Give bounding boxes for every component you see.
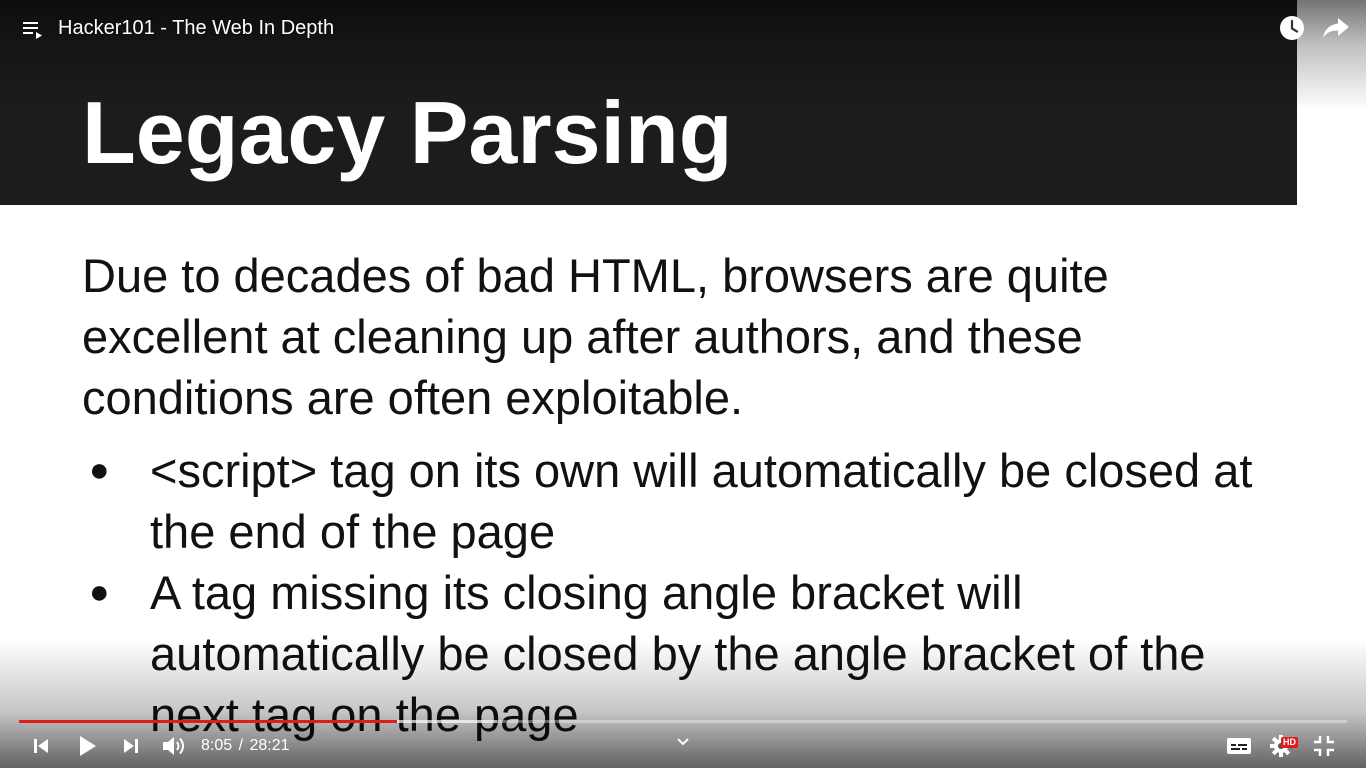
time-separator: /: [238, 737, 244, 754]
skip-next-icon[interactable]: [120, 735, 142, 757]
progress-played: [19, 720, 398, 723]
play-icon[interactable]: [74, 733, 100, 759]
playlist-icon[interactable]: [22, 18, 44, 40]
duration: 28:21: [249, 737, 290, 754]
share-arrow-icon[interactable]: [1322, 16, 1350, 40]
slide-body: Due to decades of bad HTML, browsers are…: [82, 245, 1272, 745]
hd-badge: HD: [1281, 737, 1298, 748]
slide-bullet-text: <script> tag on its own will automatical…: [150, 444, 1253, 558]
bullet-dot: ●: [89, 573, 110, 611]
chevron-down-icon[interactable]: [675, 735, 691, 749]
bullet-dot: ●: [89, 451, 110, 489]
current-time: 8:05: [201, 737, 233, 754]
skip-previous-icon[interactable]: [30, 735, 52, 757]
captions-icon[interactable]: [1226, 735, 1252, 757]
slide-edge: [1297, 0, 1366, 768]
slide-title: Legacy Parsing: [82, 83, 733, 182]
video-title[interactable]: Hacker101 - The Web In Depth: [58, 16, 334, 40]
slide-bullet: ● A tag missing its closing angle bracke…: [82, 562, 1272, 745]
volume-icon[interactable]: [160, 733, 188, 759]
slide-intro-text: Due to decades of bad HTML, browsers are…: [82, 249, 1109, 424]
exit-fullscreen-icon[interactable]: [1312, 734, 1336, 758]
slide: Legacy Parsing Due to decades of bad HTM…: [0, 0, 1366, 768]
time-display: 8:05 / 28:21: [201, 736, 290, 756]
progress-bar[interactable]: [19, 720, 1347, 723]
slide-bullet-text: A tag missing its closing angle bracket …: [150, 566, 1206, 741]
slide-bullet-list: ● <script> tag on its own will automatic…: [82, 440, 1272, 745]
slide-bullet: ● <script> tag on its own will automatic…: [82, 440, 1272, 562]
clock-icon[interactable]: [1279, 15, 1305, 41]
